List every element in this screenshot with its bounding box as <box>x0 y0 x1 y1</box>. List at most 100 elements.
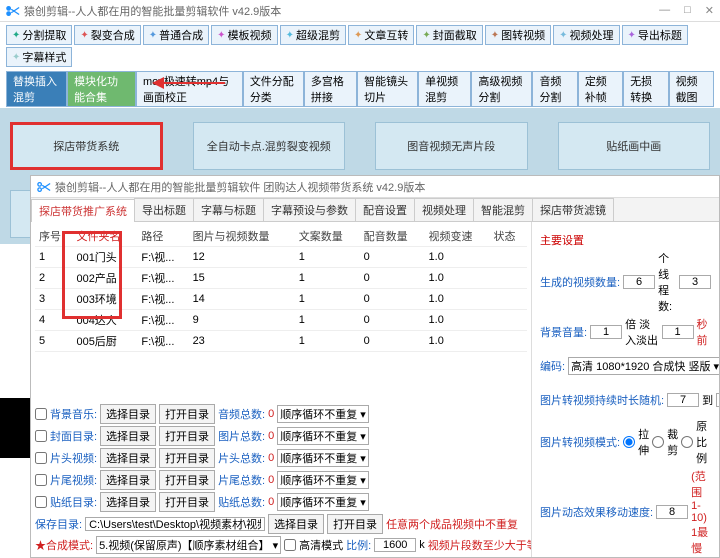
order-select[interactable]: 顺序循环不重复 ▾ <box>277 405 369 423</box>
subtab-字幕预设与参数[interactable]: 字幕预设与参数 <box>263 198 356 221</box>
preview-pane <box>0 398 30 458</box>
scissors-icon <box>6 4 20 18</box>
module-全自动卡点.混剪裂变视频[interactable]: 全自动卡点.混剪裂变视频 <box>193 122 346 170</box>
tab-文件分配分类[interactable]: 文件分配分类 <box>243 71 304 107</box>
dur2[interactable] <box>716 393 719 407</box>
anim-speed[interactable] <box>656 505 688 519</box>
chk-cover[interactable] <box>35 430 47 442</box>
tab-mov极速转mp4与画面校正[interactable]: mov极速转mp4与画面校正 <box>136 71 243 107</box>
table-row[interactable]: 5005后厨F:\视...23101.0 <box>35 331 527 352</box>
toolbar-封面截取[interactable]: ✦封面截取 <box>416 25 482 45</box>
lbl: 片尾视频: <box>50 472 97 488</box>
thread-count[interactable] <box>679 275 711 289</box>
tab-无损转换[interactable]: 无损转换 <box>623 71 668 107</box>
toolbar-文章互转[interactable]: ✦文章互转 <box>348 25 414 45</box>
module-探店带货系统[interactable]: 探店带货系统 <box>10 122 163 170</box>
hd-check[interactable] <box>284 539 296 551</box>
save-path-input[interactable] <box>85 517 265 531</box>
mode-orig[interactable] <box>681 436 693 448</box>
ratio-input[interactable] <box>374 538 416 552</box>
select-dir-button[interactable]: 选择目录 <box>100 470 156 490</box>
toolbar-裂变合成[interactable]: ✦裂变合成 <box>74 25 140 45</box>
tab-定频补帧[interactable]: 定频补帧 <box>578 71 623 107</box>
toolbar-模板视频[interactable]: ✦模板视频 <box>211 25 277 45</box>
col-文件夹名: 文件夹名 <box>72 226 137 247</box>
select-dir-button[interactable]: 选择目录 <box>268 514 324 534</box>
folder-table: 序号文件夹名路径图片与视频数量文案数量配音数量视频变速状态 1001门头F:\视… <box>35 226 527 352</box>
fade[interactable] <box>662 325 694 339</box>
subtab-配音设置[interactable]: 配音设置 <box>355 198 415 221</box>
table-row[interactable]: 2002产品F:\视...15101.0 <box>35 268 527 289</box>
toolbar-分割提取[interactable]: ✦分割提取 <box>6 25 72 45</box>
select-dir-button[interactable]: 选择目录 <box>100 448 156 468</box>
subtab-智能混剪[interactable]: 智能混剪 <box>473 198 533 221</box>
tool-icon: ✦ <box>286 30 294 41</box>
open-dir-button[interactable]: 打开目录 <box>159 492 215 512</box>
toolbar-导出标题[interactable]: ✦导出标题 <box>622 25 688 45</box>
toolbar-视频处理[interactable]: ✦视频处理 <box>553 25 619 45</box>
lbl: 贴纸目录: <box>50 494 97 510</box>
subtab-探店带货滤镜[interactable]: 探店带货滤镜 <box>532 198 614 221</box>
open-dir-button[interactable]: 打开目录 <box>327 514 383 534</box>
volume[interactable] <box>590 325 622 339</box>
tool-icon: ✦ <box>628 30 636 41</box>
open-dir-button[interactable]: 打开目录 <box>159 404 215 424</box>
group-main: 主要设置 <box>540 232 711 248</box>
table-row[interactable]: 4004达人F:\视...9101.0 <box>35 310 527 331</box>
order-select[interactable]: 顺序循环不重复 ▾ <box>277 449 369 467</box>
module-图音视频无声片段[interactable]: 图音视频无声片段 <box>375 122 528 170</box>
order-select[interactable]: 顺序循环不重复 ▾ <box>277 427 369 445</box>
select-dir-button[interactable]: 选择目录 <box>100 404 156 424</box>
app-title: 猿创剪辑--人人都在用的智能批量剪辑软件 v42.9版本 <box>24 3 281 19</box>
tab-视频截图[interactable]: 视频截图 <box>669 71 714 107</box>
close-button[interactable]: ✕ <box>705 4 714 17</box>
select-dir-button[interactable]: 选择目录 <box>100 426 156 446</box>
open-dir-button[interactable]: 打开目录 <box>159 470 215 490</box>
gen-count[interactable] <box>623 275 655 289</box>
select-dir-button[interactable]: 选择目录 <box>100 492 156 512</box>
chk-music[interactable] <box>35 408 47 420</box>
order-select[interactable]: 顺序循环不重复 ▾ <box>277 471 369 489</box>
open-dir-button[interactable]: 打开目录 <box>159 448 215 468</box>
chk-tail[interactable] <box>35 474 47 486</box>
minimize-button[interactable]: — <box>659 4 670 17</box>
syn-mode-select[interactable]: 5.视频(保留原声)【顺序素材组合】 ▾ <box>96 536 281 554</box>
dur1[interactable] <box>667 393 699 407</box>
lbl: 片头视频: <box>50 450 97 466</box>
toolbar-超级混剪[interactable]: ✦超级混剪 <box>280 25 346 45</box>
mode-stretch[interactable] <box>623 436 635 448</box>
tab-高级视频分割[interactable]: 高级视频分割 <box>471 71 532 107</box>
tab-替换插入混剪[interactable]: 替换插入混剪 <box>6 71 67 107</box>
encode-select[interactable]: 高清 1080*1920 合成快 竖版 ▾ <box>568 357 719 375</box>
tool-icon: ✦ <box>80 30 88 41</box>
order-select[interactable]: 顺序循环不重复 ▾ <box>277 493 369 511</box>
tab-多宫格拼接[interactable]: 多宫格拼接 <box>304 71 357 107</box>
module-贴纸画中画[interactable]: 贴纸画中画 <box>558 122 711 170</box>
subtab-字幕与标题[interactable]: 字幕与标题 <box>193 198 264 221</box>
toolbar-字幕样式[interactable]: ✦字幕样式 <box>6 47 72 67</box>
chk-sticker[interactable] <box>35 496 47 508</box>
tab-模块化功能合集[interactable]: 模块化功能合集 <box>67 71 136 107</box>
maximize-button[interactable]: □ <box>684 4 691 17</box>
toolbar-图转视频[interactable]: ✦图转视频 <box>485 25 551 45</box>
table-row[interactable]: 3003环境F:\视...14101.0 <box>35 289 527 310</box>
tab-智能镜头切片[interactable]: 智能镜头切片 <box>357 71 418 107</box>
toolbar-普通合成[interactable]: ✦普通合成 <box>143 25 209 45</box>
scissors-icon <box>37 180 51 194</box>
subtab-导出标题[interactable]: 导出标题 <box>134 198 194 221</box>
col-视频变速: 视频变速 <box>425 226 490 247</box>
subtab-探店带货推广系统[interactable]: 探店带货推广系统 <box>31 199 135 222</box>
tab-音频分割[interactable]: 音频分割 <box>532 71 577 107</box>
col-文案数量: 文案数量 <box>295 226 360 247</box>
table-row[interactable]: 1001门头F:\视...12101.0 <box>35 247 527 268</box>
col-配音数量: 配音数量 <box>360 226 425 247</box>
tab-单视频混剪[interactable]: 单视频混剪 <box>418 71 471 107</box>
lbl: 封面目录: <box>50 428 97 444</box>
chk-head[interactable] <box>35 452 47 464</box>
col-路径: 路径 <box>137 226 188 247</box>
lbl: 背景音乐: <box>50 406 97 422</box>
subtab-视频处理[interactable]: 视频处理 <box>414 198 474 221</box>
mode-crop[interactable] <box>652 436 664 448</box>
tool-icon: ✦ <box>354 30 362 41</box>
open-dir-button[interactable]: 打开目录 <box>159 426 215 446</box>
